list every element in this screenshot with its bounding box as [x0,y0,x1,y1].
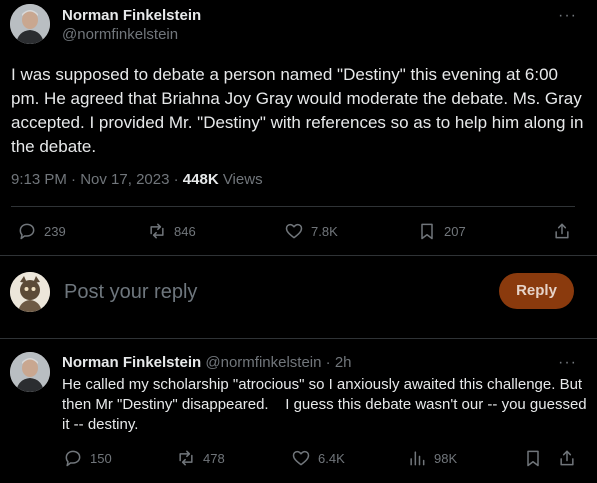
reply-count: 239 [44,223,66,239]
repost-count: 846 [174,223,196,239]
like-icon [292,450,310,466]
reply-action[interactable]: 239 [17,221,66,241]
repost-icon [150,223,164,239]
views-count: 98K [434,450,458,466]
views-action[interactable]: 98K [407,448,457,468]
repost-action[interactable]: 846 [147,221,196,241]
views-label: Views [222,171,263,188]
tweet-text: I was supposed to debate a person named … [11,65,584,156]
reply-header: Norman Finkelstein @normfinkelstein · 2h [62,354,352,371]
separator-dot: · [71,171,77,188]
reply-action[interactable]: 150 [63,448,112,468]
share-icon [560,450,574,466]
like-action[interactable]: 6.4K [291,448,345,468]
reply-count: 150 [90,450,112,466]
share-action[interactable] [557,448,577,468]
more-icon[interactable]: ··· [558,354,577,372]
reply-input[interactable]: Post your reply [64,280,484,304]
reply-button[interactable]: Reply [499,273,574,309]
reply-author-avatar[interactable] [10,352,50,392]
like-count: 6.4K [318,450,345,466]
separator-dot: · [325,354,331,371]
divider [0,255,597,256]
reply-author-name[interactable]: Norman Finkelstein [62,354,201,371]
tweet-meta: 9:13 PM · Nov 17, 2023 · 448K Views [11,171,263,188]
more-icon[interactable]: ··· [558,7,577,25]
bookmark-icon [527,450,539,467]
reply-icon [65,450,81,467]
repost-icon [179,450,193,466]
reply-time[interactable]: 2h [335,354,352,371]
bookmark-icon [421,223,433,240]
reply-icon [19,223,35,240]
like-action[interactable]: 7.8K [284,221,338,241]
bookmark-action[interactable] [523,448,543,468]
repost-count: 478 [203,450,225,466]
tweet-date[interactable]: Nov 17, 2023 [80,171,169,188]
views-icon [410,451,425,466]
share-icon [555,223,569,239]
views-count: 448K [182,171,219,188]
divider [0,338,597,339]
repost-action[interactable]: 478 [176,448,225,468]
user-avatar[interactable] [10,272,50,312]
reply-author-handle[interactable]: @normfinkelstein [205,354,321,371]
author-avatar[interactable] [10,4,50,44]
bookmark-action[interactable]: 207 [417,221,466,241]
share-action[interactable] [552,221,572,241]
reply-text: He called my scholarship "atrocious" so … [62,376,591,433]
separator-dot: · [173,171,179,188]
divider [11,206,575,207]
author-name[interactable]: Norman Finkelstein [62,7,201,24]
like-count: 7.8K [311,223,338,239]
author-handle[interactable]: @normfinkelstein [62,26,178,43]
like-icon [285,223,303,239]
bookmark-count: 207 [444,223,466,239]
tweet-time[interactable]: 9:13 PM [11,171,67,188]
